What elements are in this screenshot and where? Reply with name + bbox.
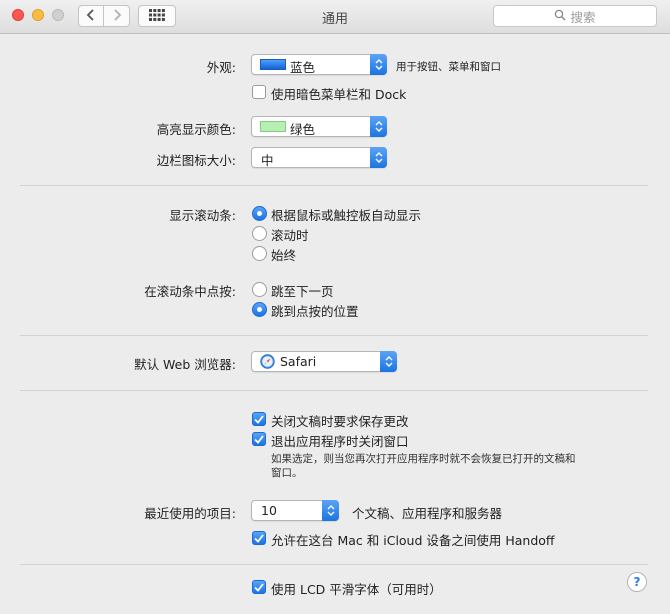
scrollbars-always-label: 始终 <box>271 248 297 263</box>
ask-save-label: 关闭文稿时要求保存更改 <box>271 414 409 429</box>
scrollbars-scrolling-label: 滚动时 <box>271 228 309 243</box>
dark-menu-label: 使用暗色菜单栏和 Dock <box>271 87 407 102</box>
title-bar: 通用 搜索 <box>0 0 670 34</box>
appearance-hint: 用于按钮、菜单和窗口 <box>396 61 501 73</box>
scrollbars-scrolling-radio[interactable] <box>252 226 267 241</box>
browser-label: 默认 Web 浏览器: <box>134 357 236 372</box>
scrollbars-auto-label: 根据鼠标或触控板自动显示 <box>271 208 422 223</box>
recent-label: 最近使用的项目: <box>144 506 236 521</box>
scroll-click-label: 在滚动条中点按: <box>144 284 236 299</box>
sidebar-icon-label: 边栏图标大小: <box>156 153 236 168</box>
separator <box>20 564 648 565</box>
appearance-value: 蓝色 <box>290 60 316 75</box>
recent-value: 10 <box>261 503 277 518</box>
checkmark-icon <box>254 432 264 447</box>
appearance-popup[interactable]: 蓝色 <box>251 54 387 75</box>
popup-arrows-icon <box>370 54 387 75</box>
scrollbars-label: 显示滚动条: <box>169 208 236 223</box>
close-windows-note: 如果选定，则当您再次打开应用程序时就不会恢复已打开的文稿和窗口。 <box>271 453 576 479</box>
checkmark-icon <box>254 412 264 427</box>
recent-suffix: 个文稿、应用程序和服务器 <box>352 506 503 521</box>
separator <box>20 390 648 391</box>
separator <box>20 185 648 186</box>
appearance-label: 外观: <box>206 60 236 75</box>
highlight-label: 高亮显示颜色: <box>156 122 236 137</box>
scrollbars-always-radio[interactable] <box>252 246 267 261</box>
safari-icon <box>260 354 275 372</box>
close-windows-label: 退出应用程序时关闭窗口 <box>271 434 409 449</box>
lcd-smoothing-checkbox[interactable] <box>252 580 266 594</box>
dark-menu-checkbox[interactable] <box>252 85 266 99</box>
highlight-swatch <box>260 121 286 132</box>
recent-items-popup[interactable]: 10 <box>251 500 339 521</box>
sidebar-icon-popup[interactable]: 中 <box>251 147 387 168</box>
browser-value: Safari <box>280 354 317 369</box>
popup-arrows-icon <box>322 500 339 521</box>
help-icon: ? <box>633 575 641 589</box>
handoff-checkbox[interactable] <box>252 531 266 545</box>
lcd-smoothing-label: 使用 LCD 平滑字体（可用时） <box>271 582 442 597</box>
separator <box>20 335 648 336</box>
search-placeholder: 搜索 <box>570 9 596 25</box>
scroll-click-next-page-label: 跳至下一页 <box>271 284 334 299</box>
browser-popup[interactable]: Safari <box>251 351 397 372</box>
highlight-popup[interactable]: 绿色 <box>251 116 387 137</box>
popup-arrows-icon <box>370 116 387 137</box>
sidebar-icon-value: 中 <box>261 153 274 168</box>
scroll-click-next-page-radio[interactable] <box>252 282 267 297</box>
scrollbars-auto-radio[interactable] <box>252 206 267 221</box>
search-field[interactable]: 搜索 <box>493 5 657 27</box>
search-icon <box>554 9 570 24</box>
help-button[interactable]: ? <box>627 572 647 592</box>
appearance-swatch <box>260 59 286 70</box>
checkmark-icon <box>254 531 264 546</box>
popup-arrows-icon <box>380 351 397 372</box>
scroll-click-jump-label: 跳到点按的位置 <box>271 304 359 319</box>
ask-save-checkbox[interactable] <box>252 412 266 426</box>
close-windows-checkbox[interactable] <box>252 432 266 446</box>
handoff-label: 允许在这台 Mac 和 iCloud 设备之间使用 Handoff <box>271 533 555 548</box>
scroll-click-jump-radio[interactable] <box>252 302 267 317</box>
checkmark-icon <box>254 580 264 595</box>
highlight-value: 绿色 <box>290 122 316 137</box>
popup-arrows-icon <box>370 147 387 168</box>
